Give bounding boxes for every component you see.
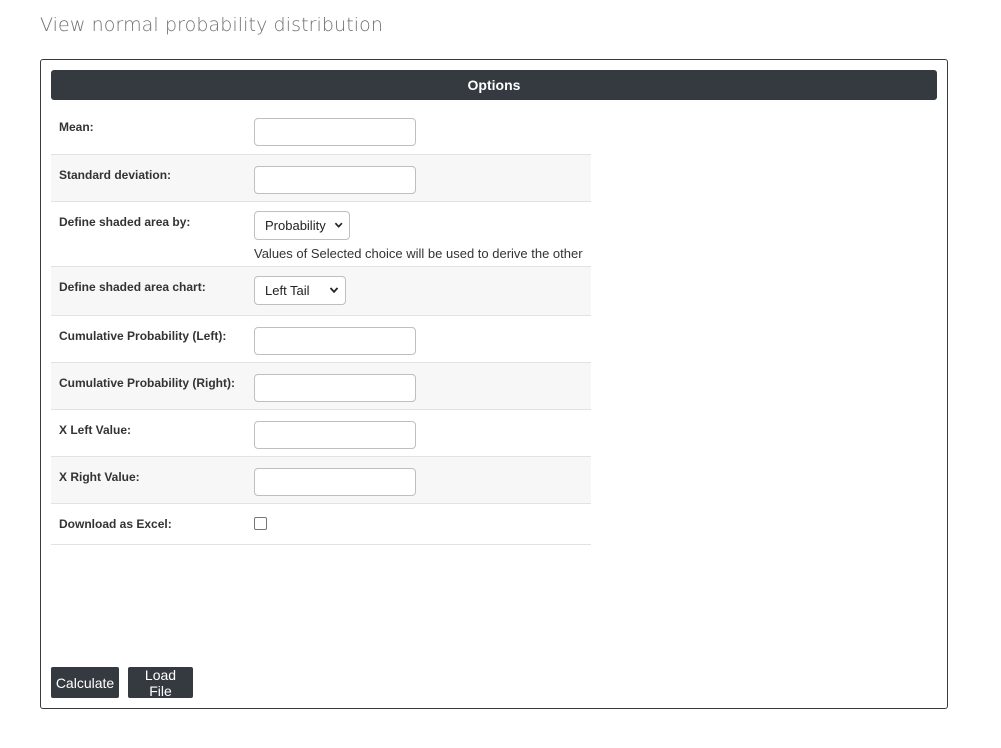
shaded-by-label: Define shaded area by: bbox=[59, 214, 191, 229]
row-shaded-chart: Define shaded area chart: Left Tail bbox=[51, 266, 591, 315]
calculate-button[interactable]: Calculate bbox=[51, 667, 119, 698]
shaded-chart-label: Define shaded area chart: bbox=[59, 279, 206, 294]
options-panel: Options Mean: Standard deviation: Define… bbox=[40, 59, 948, 709]
cum-left-label: Cumulative Probability (Left): bbox=[59, 328, 227, 343]
shaded-by-help: Values of Selected choice will be used t… bbox=[254, 245, 583, 261]
row-shaded-by: Define shaded area by: Probability Value… bbox=[51, 201, 591, 266]
cum-left-input[interactable] bbox=[254, 326, 416, 355]
shaded-chart-select[interactable]: Left Tail bbox=[254, 275, 346, 305]
row-x-right: X Right Value: bbox=[51, 456, 591, 503]
shaded-by-selected: Probability bbox=[265, 217, 326, 233]
x-left-label: X Left Value: bbox=[59, 422, 132, 437]
mean-label: Mean: bbox=[59, 120, 94, 134]
row-x-left: X Left Value: bbox=[51, 409, 591, 456]
x-right-label: X Right Value: bbox=[59, 469, 140, 484]
excel-checkbox[interactable] bbox=[254, 516, 267, 530]
chevron-down-icon bbox=[329, 287, 339, 294]
std-dev-label: Standard deviation: bbox=[59, 167, 172, 182]
row-cum-right: Cumulative Probability (Right): bbox=[51, 362, 591, 409]
options-form: Mean: Standard deviation: Define shaded … bbox=[51, 107, 591, 545]
row-std-dev: Standard deviation: bbox=[51, 154, 591, 201]
cum-right-label: Cumulative Probability (Right): bbox=[59, 375, 236, 390]
row-mean: Mean: bbox=[51, 107, 591, 154]
options-header: Options bbox=[51, 70, 937, 100]
x-right-input[interactable] bbox=[254, 467, 416, 496]
excel-label: Download as Excel: bbox=[59, 516, 172, 531]
page-title: View normal probability distribution bbox=[40, 14, 384, 36]
x-left-input[interactable] bbox=[254, 420, 416, 449]
shaded-chart-selected: Left Tail bbox=[265, 282, 310, 298]
row-cum-left: Cumulative Probability (Left): bbox=[51, 315, 591, 362]
cum-right-input[interactable] bbox=[254, 373, 416, 402]
std-dev-input[interactable] bbox=[254, 165, 416, 194]
row-excel: Download as Excel: bbox=[51, 503, 591, 544]
chevron-down-icon bbox=[334, 222, 343, 228]
mean-input[interactable] bbox=[254, 118, 416, 146]
shaded-by-select[interactable]: Probability bbox=[254, 210, 350, 240]
load-file-button[interactable]: Load File bbox=[128, 667, 193, 699]
